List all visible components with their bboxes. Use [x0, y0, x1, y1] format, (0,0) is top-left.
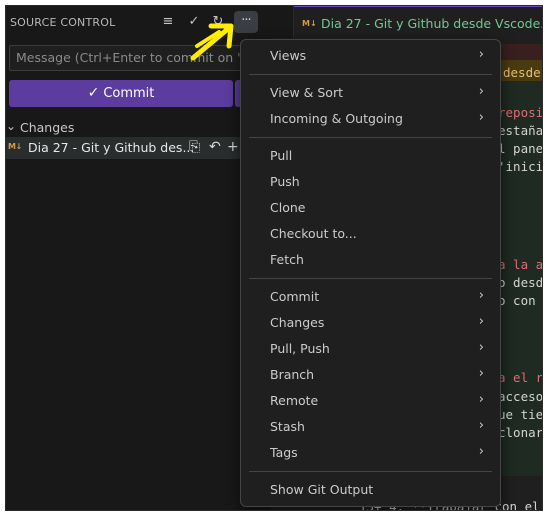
- tab-bar-spacer: [271, 6, 294, 38]
- menu-item-show-git-output[interactable]: Show Git Output: [241, 477, 500, 503]
- menu-item-changes[interactable]: Changes ›: [241, 310, 500, 336]
- chevron-right-icon: ›: [478, 392, 484, 407]
- chevron-down-icon: ⌄: [6, 119, 17, 133]
- menu-item-tags[interactable]: Tags ›: [241, 440, 500, 466]
- chevron-right-icon: ›: [478, 47, 484, 62]
- code-line: clonar: [498, 425, 543, 440]
- check-icon: ✓: [87, 85, 100, 101]
- changes-section-header[interactable]: ⌄ Changes: [6, 117, 271, 137]
- menu-separator: [249, 137, 492, 138]
- menu-item-pull[interactable]: Pull: [241, 143, 500, 169]
- commit-button[interactable]: ✓ Commit: [9, 80, 233, 107]
- vscode-window: SOURCE CONTROL ≡ ✓ ↻ ··· Message (Ctrl+E…: [5, 5, 543, 511]
- menu-item-label: Checkout to...: [270, 226, 357, 241]
- source-control-sidebar: SOURCE CONTROL ≡ ✓ ↻ ··· Message (Ctrl+E…: [6, 6, 271, 510]
- menu-item-label: Fetch: [270, 252, 304, 267]
- menu-item-label: Incoming & Outgoing: [270, 111, 403, 126]
- menu-item-label: Clone: [270, 200, 306, 215]
- code-line: ue tien: [498, 407, 543, 422]
- menu-item-remote[interactable]: Remote ›: [241, 388, 500, 414]
- menu-item-label: Remote: [270, 393, 319, 408]
- chevron-right-icon: ›: [478, 366, 484, 381]
- menu-item-label: Show Git Output: [270, 482, 374, 497]
- changed-file-name: Dia 27 - Git y Github des...: [28, 140, 195, 155]
- menu-item-branch[interactable]: Branch ›: [241, 362, 500, 388]
- source-control-title: SOURCE CONTROL: [10, 16, 116, 29]
- menu-item-stash[interactable]: Stash ›: [241, 414, 500, 440]
- changes-label: Changes: [20, 120, 75, 135]
- code-line: reposi: [498, 105, 543, 120]
- editor-tab-title: Dia 27 - Git y Github desde Vscode.md: [321, 16, 543, 31]
- menu-item-incoming-outgoing[interactable]: Incoming & Outgoing ›: [241, 106, 500, 132]
- discard-changes-icon[interactable]: ↶: [209, 139, 221, 155]
- code-line: acceso,: [498, 389, 543, 404]
- menu-item-push[interactable]: Push: [241, 169, 500, 195]
- chevron-right-icon: ›: [478, 110, 484, 125]
- editor-tab[interactable]: M↓ Dia 27 - Git y Github desde Vscode.md: [294, 6, 543, 38]
- menu-item-fetch[interactable]: Fetch: [241, 247, 500, 273]
- stage-changes-icon[interactable]: +: [227, 139, 239, 155]
- markdown-file-icon: M↓: [8, 142, 22, 151]
- menu-item-pull-push[interactable]: Pull, Push ›: [241, 336, 500, 362]
- code-line: estaña: [498, 123, 543, 138]
- source-control-more-actions-menu: Views › View & Sort › Incoming & Outgoing › Pu…: [240, 39, 501, 507]
- menu-item-label: Pull, Push: [270, 341, 330, 356]
- chevron-right-icon: ›: [478, 340, 484, 355]
- menu-separator: [249, 471, 492, 472]
- menu-item-label: Push: [270, 174, 300, 189]
- menu-separator: [249, 74, 492, 75]
- view-as-list-icon[interactable]: ≡: [160, 14, 176, 30]
- code-line: l panel: [498, 141, 543, 156]
- menu-item-view-sort[interactable]: View & Sort ›: [241, 80, 500, 106]
- menu-item-label: Commit: [270, 289, 320, 304]
- menu-item-label: Changes: [270, 315, 325, 330]
- menu-item-label: Branch: [270, 367, 315, 382]
- code-line: a la ap: [498, 257, 543, 272]
- menu-separator: [249, 278, 492, 279]
- annotation-arrow-icon: [190, 23, 234, 61]
- code-line: desde: [503, 65, 541, 80]
- chevron-right-icon: ›: [478, 288, 484, 303]
- commit-button-label: Commit: [103, 86, 155, 101]
- changed-file-row[interactable]: M↓ Dia 27 - Git y Github des... ⎘ ↶ +: [6, 137, 271, 159]
- code-line: 'inicia: [498, 159, 543, 174]
- chevron-right-icon: ›: [478, 314, 484, 329]
- open-file-icon[interactable]: ⎘: [189, 139, 200, 155]
- chevron-right-icon: ›: [478, 444, 484, 459]
- menu-item-label: View & Sort: [270, 85, 343, 100]
- markdown-tab-icon: M↓: [302, 19, 317, 28]
- menu-item-label: Pull: [270, 148, 293, 163]
- code-line: a el re: [498, 370, 543, 385]
- menu-item-views[interactable]: Views ›: [241, 43, 500, 69]
- chevron-right-icon: ›: [478, 418, 484, 433]
- menu-item-label: Stash: [270, 419, 305, 434]
- chevron-right-icon: ›: [478, 84, 484, 99]
- menu-item-clone[interactable]: Clone: [241, 195, 500, 221]
- menu-item-commit[interactable]: Commit ›: [241, 284, 500, 310]
- menu-item-checkout-to[interactable]: Checkout to...: [241, 221, 500, 247]
- menu-item-label: Views: [270, 48, 307, 63]
- code-line: o desde: [498, 275, 543, 290]
- code-line: o con v: [498, 293, 542, 308]
- menu-item-label: Tags: [270, 445, 298, 460]
